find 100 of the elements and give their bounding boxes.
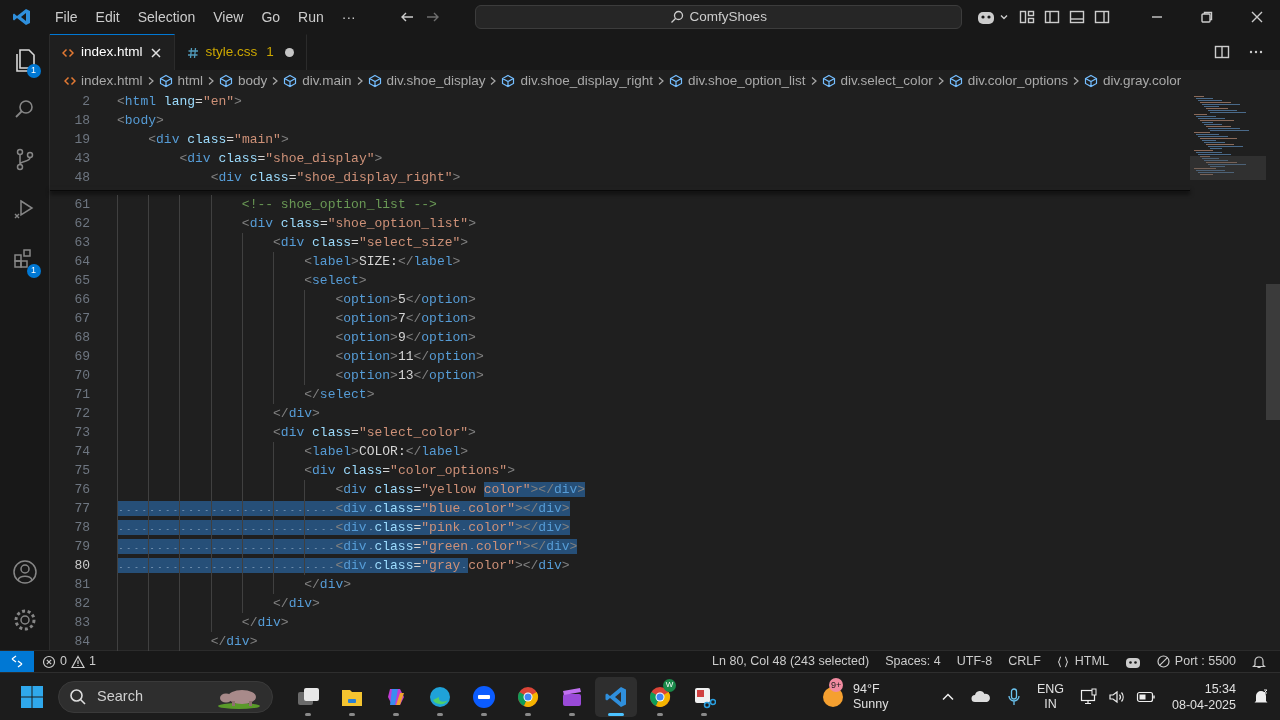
- code-line: <option>9</option>: [334, 329, 476, 347]
- line-number: 84: [73, 632, 90, 651]
- scrollbar-thumb[interactable]: [1266, 284, 1280, 420]
- breadcrumb-item[interactable]: html: [158, 70, 204, 92]
- clock-time[interactable]: 15:34: [1204, 680, 1236, 697]
- taskbar-app-button[interactable]: W: [639, 676, 681, 717]
- menu-item[interactable]: File: [46, 2, 87, 32]
- line-number: 68: [73, 328, 90, 347]
- temperature: 94°F: [853, 681, 881, 697]
- menu-item[interactable]: View: [204, 2, 253, 32]
- indentation-setting[interactable]: Spaces: 4: [885, 652, 941, 671]
- breadcrumb-item[interactable]: div.shoe_display_right: [501, 70, 653, 92]
- vscode-icon: [604, 684, 628, 709]
- restore-icon[interactable]: [1200, 10, 1214, 24]
- zoom-icon: [472, 684, 496, 709]
- cursor-position[interactable]: Ln 80, Col 48 (243 selected): [712, 652, 870, 671]
- line-number: 83: [73, 613, 90, 632]
- split-editor-icon[interactable]: [1214, 44, 1230, 60]
- line-ending-setting[interactable]: CRLF: [1008, 652, 1041, 671]
- line-number: 81: [73, 575, 90, 594]
- live-server-port[interactable]: Port : 5500: [1156, 652, 1236, 671]
- editor-tab[interactable]: index.html: [50, 34, 175, 70]
- input-region[interactable]: IN: [1044, 696, 1057, 712]
- line-number: 73: [73, 423, 90, 442]
- panel-icon[interactable]: [1069, 9, 1085, 25]
- code-line: <html lang="en">: [117, 93, 242, 111]
- layout-icon[interactable]: [1019, 9, 1035, 25]
- line-number: 66: [73, 290, 90, 309]
- cloud-icon[interactable]: [970, 689, 991, 704]
- remote-icon[interactable]: [0, 651, 34, 672]
- primary-sidebar-icon[interactable]: [1044, 9, 1060, 25]
- breadcrumb-item[interactable]: div.gray.color: [1083, 70, 1182, 92]
- line-number: 79: [73, 537, 90, 556]
- notifications-icon[interactable]: [1252, 687, 1270, 706]
- line-number: 74: [73, 442, 90, 461]
- chevron-down-icon[interactable]: [998, 12, 1009, 22]
- encoding-setting[interactable]: UTF-8: [956, 652, 993, 671]
- breadcrumb-item[interactable]: div.shoe_option_list: [669, 70, 806, 92]
- cube-icon: [158, 74, 173, 88]
- input-language[interactable]: ENG: [1036, 681, 1065, 697]
- line-number: 77: [73, 499, 90, 518]
- code-brackets-icon: [64, 75, 76, 87]
- microphone-icon[interactable]: [1006, 687, 1021, 706]
- chevron-right-icon: [271, 76, 280, 86]
- breadcrumb-item[interactable]: div.color_options: [948, 70, 1068, 92]
- menu-item[interactable]: Selection: [128, 2, 205, 32]
- problems-indicator[interactable]: 0 1: [42, 652, 96, 671]
- clock-date[interactable]: 08-04-2025: [1172, 696, 1236, 713]
- secondary-sidebar-icon[interactable]: [1094, 9, 1110, 25]
- line-number: 76: [73, 480, 90, 499]
- chevron-right-icon: [936, 76, 945, 86]
- close-icon[interactable]: [149, 46, 162, 59]
- hash-icon: [186, 46, 199, 59]
- menu-item[interactable]: Run: [289, 2, 333, 32]
- taskbar-search[interactable]: Search: [58, 680, 273, 713]
- code-line: </div>: [303, 576, 352, 594]
- cube-icon: [219, 74, 234, 88]
- weather-condition: Sunny: [853, 696, 889, 712]
- breadcrumb-item[interactable]: index.html: [64, 70, 143, 92]
- chevron-right-icon: [489, 76, 498, 86]
- code-line: <div class="shoe_display_right">: [209, 169, 461, 187]
- cube-icon: [1083, 74, 1098, 88]
- code-line: <div class="yellow color"></div>: [334, 481, 586, 499]
- line-number: 63: [73, 233, 90, 252]
- chevron-right-icon: [207, 76, 216, 86]
- close-icon[interactable]: [1250, 10, 1264, 24]
- breadcrumb-item[interactable]: body: [219, 70, 268, 92]
- menu-item[interactable]: ···: [332, 2, 365, 32]
- breadcrumb-item[interactable]: div.shoe_display: [367, 70, 486, 92]
- chevron-right-icon: [809, 76, 818, 86]
- network-icon[interactable]: [1080, 687, 1099, 706]
- code-line: <label>COLOR:</label>: [303, 443, 469, 461]
- cube-icon: [367, 74, 382, 88]
- command-center-search[interactable]: ComfyShoes: [474, 5, 962, 29]
- menu-item[interactable]: Go: [252, 2, 290, 32]
- language-mode[interactable]: HTML: [1056, 652, 1109, 671]
- menu-item[interactable]: Edit: [86, 2, 129, 32]
- account-icon[interactable]: [10, 558, 39, 586]
- code-line: <!-- shoe_option_list -->: [240, 196, 437, 214]
- code-line: </div>: [209, 633, 258, 651]
- chevron-right-icon: [657, 76, 665, 86]
- line-number: 19: [73, 130, 90, 149]
- battery-icon[interactable]: [1136, 689, 1157, 704]
- line-number: 78: [73, 518, 90, 537]
- breadcrumb-item[interactable]: div.select_color: [821, 70, 933, 92]
- line-number: 82: [73, 594, 90, 613]
- cube-icon: [501, 74, 516, 88]
- problem-count: 1: [266, 43, 274, 62]
- line-number: 69: [73, 347, 90, 366]
- line-number: 61: [73, 195, 90, 214]
- line-number: 70: [73, 366, 90, 385]
- breadcrumb-item[interactable]: div.main: [283, 70, 352, 92]
- bell-icon[interactable]: [1252, 654, 1266, 669]
- vscode-logo-icon: [12, 7, 32, 27]
- line-number: 71: [73, 385, 90, 404]
- code-line: <div class="color_options">: [303, 462, 515, 480]
- taskbar-app-button[interactable]: [595, 676, 637, 717]
- line-number: 72: [73, 404, 90, 423]
- cube-icon: [948, 74, 963, 88]
- windows-start-icon[interactable]: [20, 684, 44, 709]
